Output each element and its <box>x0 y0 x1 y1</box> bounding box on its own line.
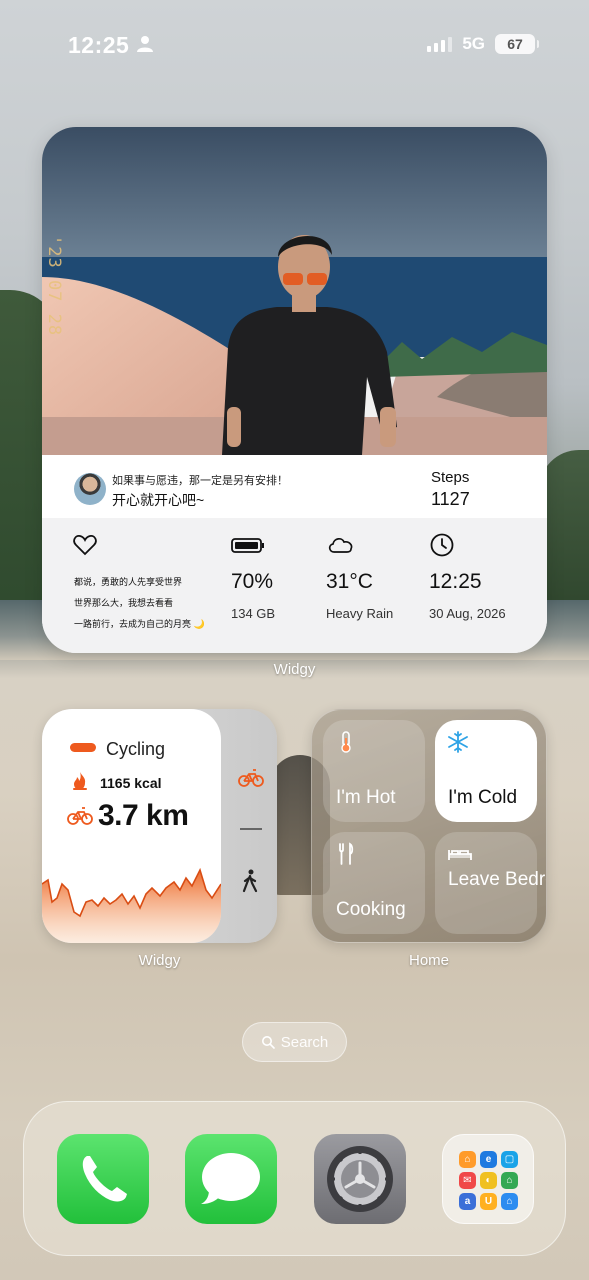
dock: ⌂ e ▢ ✉ ◐ ⌂ a U ⌂ <box>23 1101 566 1256</box>
home-app-icon: ⌂ <box>459 1151 476 1168</box>
snowflake-icon <box>448 731 468 753</box>
steps-label: Steps <box>431 469 470 486</box>
avatar <box>74 473 106 505</box>
storage-value: 134 GB <box>231 606 276 621</box>
widget-photo: '23 07 28 <box>42 127 547 455</box>
thermometer-icon <box>341 731 351 753</box>
signal-icon <box>427 36 453 52</box>
heart-icon <box>73 535 97 556</box>
photo-widget[interactable]: '23 07 28 如果事与愿违，那一定是另有安排！ 开心就开心吧~ Steps… <box>42 127 547 653</box>
heart-line: 一路前行，去成为自己的月亮 🌙 <box>74 619 205 629</box>
phone-manager-app-icon: ▢ <box>501 1151 518 1168</box>
walk-mode-icon[interactable] <box>241 869 259 893</box>
heart-line: 世界那么大，我想去看看 <box>74 598 174 608</box>
scene-leave-bedroom[interactable]: Leave Bedro... <box>435 832 546 934</box>
quote-line2: 开心就开心吧~ <box>112 492 205 508</box>
scene-label: I'm Hot <box>336 787 396 808</box>
store-app-icon: ✉ <box>459 1172 476 1189</box>
battery-value: 70% <box>231 570 274 593</box>
heart-text: 都说，勇敢的人先享受世界 世界那么大，我想去看看 一路前行，去成为自己的月亮 🌙 <box>74 572 205 635</box>
heart-line: 都说，勇敢的人先享受世界 <box>74 577 183 587</box>
scene-im-cold[interactable]: I'm Cold <box>435 720 537 822</box>
activity-color-bar <box>70 743 96 752</box>
search-button[interactable]: Search <box>242 1022 347 1062</box>
gear-icon <box>327 1146 393 1212</box>
scene-im-hot[interactable]: I'm Hot <box>323 720 425 822</box>
message-bubble-icon <box>201 1153 260 1204</box>
weather-condition: Heavy Rain <box>326 606 394 621</box>
clock-time: 12:25 <box>429 570 482 593</box>
widget-caption: Widgy <box>138 952 181 969</box>
calories-value: 1165 kcal <box>100 775 162 791</box>
person-icon <box>137 36 153 52</box>
phone-icon <box>82 1156 127 1202</box>
app-folder[interactable]: ⌂ e ▢ ✉ ◐ ⌂ a U ⌂ <box>442 1134 534 1224</box>
status-bar: 12:25 5G 67 <box>0 30 589 60</box>
bed-icon <box>448 850 472 860</box>
status-right: 5G 67 <box>427 34 539 54</box>
utility-app-icon: U <box>480 1193 497 1210</box>
bike-mode-icon[interactable] <box>238 767 264 787</box>
scene-label: Cooking <box>336 899 406 920</box>
bike-icon <box>67 807 93 825</box>
battery-icon: 67 <box>495 34 539 54</box>
phone-app-icon[interactable] <box>57 1134 149 1224</box>
quote-line1: 如果事与愿违，那一定是另有安排！ <box>112 475 288 487</box>
activity-title: Cycling <box>106 739 166 759</box>
photo-scene <box>42 127 547 455</box>
quote-row: 如果事与愿违，那一定是另有安排！ 开心就开心吧~ Steps 1127 <box>42 455 547 518</box>
cycling-widget[interactable]: Cycling 1165 kcal 3.7 km <box>42 709 277 943</box>
messages-app-icon[interactable] <box>185 1134 277 1224</box>
steps-value: 1127 <box>431 489 470 509</box>
scene-label: Leave Bedro... <box>448 869 546 890</box>
battery-level-icon <box>231 538 264 553</box>
fork-knife-icon <box>339 842 354 865</box>
home-widget[interactable]: I'm Hot I'm Cold Cooking Leave Bedro... <box>311 709 547 943</box>
settings-app-icon[interactable] <box>314 1134 406 1224</box>
photo-date-stamp: '23 07 28 <box>44 235 64 337</box>
stats-row: 都说，勇敢的人先享受世界 世界那么大，我想去看看 一路前行，去成为自己的月亮 🌙… <box>42 518 547 653</box>
widget-caption: Home <box>408 952 449 969</box>
clock-icon <box>430 533 454 557</box>
browser-app-icon: e <box>480 1151 497 1168</box>
weather-temp: 31°C <box>326 570 373 593</box>
elevation-chart <box>42 867 221 943</box>
distance-value: 3.7 km <box>98 799 189 832</box>
mode-divider <box>240 828 262 830</box>
search-label: Search <box>280 1033 329 1051</box>
cloud-icon <box>328 538 353 553</box>
widget-caption: Widgy <box>273 661 316 678</box>
aqara-app-icon: a <box>459 1193 476 1210</box>
scene-cooking[interactable]: Cooking <box>323 832 425 934</box>
fire-icon <box>73 772 87 790</box>
network-label: 5G <box>462 34 485 53</box>
google-home-app-icon: ⌂ <box>501 1172 518 1189</box>
camera-app-icon: ◐ <box>480 1172 497 1189</box>
search-icon <box>261 1036 275 1049</box>
scene-label: I'm Cold <box>448 787 518 808</box>
status-time: 12:25 <box>68 32 130 58</box>
clock-date: 30 Aug, 2026 <box>429 606 506 621</box>
smart-home-app-icon: ⌂ <box>501 1193 518 1210</box>
cycling-card: Cycling 1165 kcal 3.7 km <box>42 709 221 943</box>
